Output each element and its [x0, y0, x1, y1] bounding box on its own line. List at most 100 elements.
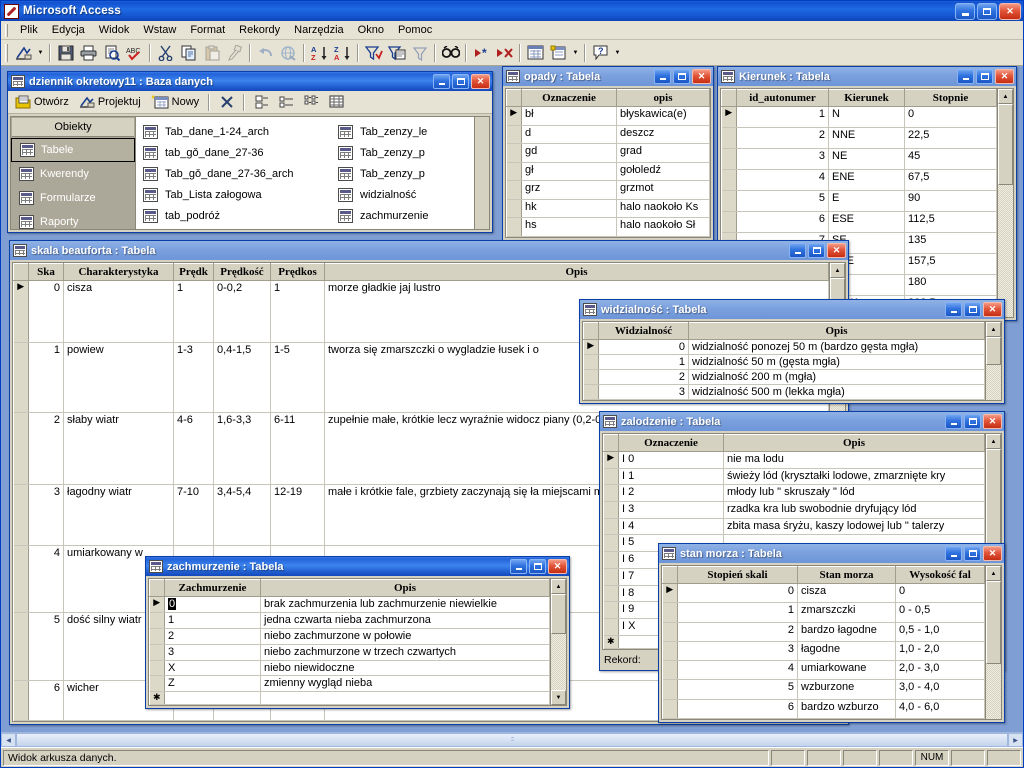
cell[interactable]: 22,5	[904, 127, 997, 149]
row-selector[interactable]	[149, 644, 165, 661]
cell[interactable]: gł	[521, 162, 617, 182]
zalodzenie-minimize-button[interactable]	[945, 414, 962, 429]
window-zachmurzenie[interactable]: zachmurzenie : Tabela ✕ Zachmurzenie Opi…	[145, 556, 570, 709]
table-row[interactable]: 2 widzialność 200 m (mgła)	[583, 369, 985, 385]
table-row[interactable]: ✱	[149, 691, 550, 705]
menu-okno[interactable]: Okno	[351, 22, 391, 38]
row-selector[interactable]	[662, 622, 678, 642]
kierunek-close-button[interactable]: ✕	[995, 69, 1014, 84]
delete-record-icon[interactable]	[493, 42, 516, 64]
cell[interactable]: grzmot	[616, 180, 710, 200]
spellcheck-icon[interactable]: ABC	[123, 42, 146, 64]
row-selector[interactable]	[662, 699, 678, 719]
scroll-track[interactable]	[986, 581, 1001, 719]
skala-minimize-button[interactable]	[789, 243, 806, 258]
cell[interactable]: ENE	[828, 169, 905, 191]
table-row[interactable]: 4 umiarkowane 2,0 - 3,0	[662, 660, 985, 681]
row-selector[interactable]	[603, 534, 619, 553]
window-opady[interactable]: opady : Tabela ✕ Oznaczenie opis ▶ bł bł…	[502, 66, 714, 241]
cell[interactable]: świeży lód (kryształki lodowe, zmarznięt…	[723, 468, 985, 486]
menu-narzedzia[interactable]: Narzędzia	[287, 22, 351, 38]
table-row[interactable]: Z zmienny wygląd nieba	[149, 675, 550, 693]
row-selector[interactable]	[603, 518, 619, 536]
cell[interactable]: 5	[677, 679, 798, 700]
cell[interactable]: 0	[28, 280, 64, 344]
cell[interactable]: bardzo łagodne	[797, 622, 896, 642]
row-selector[interactable]	[13, 342, 29, 414]
design-button[interactable]: Projektuj	[75, 93, 145, 111]
cell[interactable]: bardzo wzburzo	[797, 699, 896, 719]
small-icons-icon[interactable]	[275, 91, 298, 113]
mdi-scroll-track[interactable]	[16, 733, 1008, 747]
cell[interactable]: NNE	[828, 127, 905, 149]
cell[interactable]: 1	[736, 106, 829, 128]
window-stan-morza[interactable]: stan morza : Tabela ✕ Stopień skali Stan…	[658, 543, 1005, 723]
cell[interactable]: 0,4-1,5	[213, 342, 271, 414]
row-selector[interactable]	[721, 211, 737, 233]
cell[interactable]: hk	[521, 199, 617, 219]
list-item[interactable]: Tab_Lista załogowa	[140, 184, 335, 205]
stanmorza-maximize-button[interactable]	[964, 546, 981, 561]
stanmorza-close-button[interactable]: ✕	[983, 546, 1002, 561]
undo-icon[interactable]	[254, 42, 277, 64]
row-selector[interactable]: ▶	[603, 451, 619, 469]
cell-editing[interactable]: 0	[164, 596, 261, 613]
new-row-selector[interactable]: ✱	[603, 635, 619, 649]
cell[interactable]: ESE	[828, 211, 905, 233]
row-selector[interactable]	[506, 217, 522, 237]
row-selector[interactable]	[662, 641, 678, 662]
row-selector[interactable]	[662, 660, 678, 681]
scroll-thumb[interactable]	[986, 581, 1001, 664]
row-selector[interactable]	[13, 612, 29, 681]
cell[interactable]: 0	[677, 583, 798, 604]
cell[interactable]: grz	[521, 180, 617, 200]
row-selector[interactable]	[506, 125, 522, 145]
opady-titlebar[interactable]: opady : Tabela ✕	[503, 67, 713, 86]
database-minimize-button[interactable]	[433, 74, 450, 89]
tables-list-scrollbar[interactable]	[474, 117, 489, 229]
row-selector[interactable]	[662, 679, 678, 700]
row-selector[interactable]	[13, 680, 29, 721]
cell[interactable]: 0-0,2	[213, 280, 271, 344]
cell[interactable]: widzialność 50 m (gęsta mgła)	[688, 354, 985, 370]
cell[interactable]: jedna czwarta nieba zachmurzona	[260, 612, 550, 629]
stanmorza-vscrollbar[interactable]: ▲	[985, 566, 1001, 719]
cell[interactable]: 5	[28, 612, 64, 681]
row-selector[interactable]	[662, 602, 678, 623]
column-header[interactable]: Wysokość fal	[895, 566, 985, 584]
cell[interactable]: grad	[616, 143, 710, 163]
row-selector[interactable]	[583, 369, 599, 385]
cell[interactable]: 0	[904, 106, 997, 128]
cell[interactable]: deszcz	[616, 125, 710, 145]
zalodzenie-maximize-button[interactable]	[964, 414, 981, 429]
table-row[interactable]: ▶ bł błyskawica(e)	[506, 106, 710, 126]
cell[interactable]: E	[828, 190, 905, 212]
table-row[interactable]: ▶ 1 N 0	[721, 106, 997, 128]
zachmurzenie-titlebar[interactable]: zachmurzenie : Tabela ✕	[146, 557, 569, 576]
cell[interactable]: 1-3	[173, 342, 214, 414]
cell[interactable]: zmarszczki	[797, 602, 896, 623]
sidebar-item-kwerendy[interactable]: Kwerendy	[11, 162, 135, 186]
column-header[interactable]: Stopnie	[904, 89, 997, 107]
scroll-up-arrow-icon[interactable]: ▲	[986, 322, 1001, 337]
row-selector[interactable]: ▶	[583, 339, 599, 355]
table-row[interactable]: 2 bardzo łagodne 0,5 - 1,0	[662, 622, 985, 642]
cell[interactable]: 2	[598, 369, 689, 385]
zachmurzenie-maximize-button[interactable]	[529, 559, 546, 574]
row-selector[interactable]	[603, 585, 619, 603]
zachmurzenie-datasheet[interactable]: Zachmurzenie Opis ▶ 0 brak zachmurzenia …	[148, 578, 567, 706]
table-row[interactable]: 1 widzialność 50 m (gęsta mgła)	[583, 354, 985, 370]
scroll-up-arrow-icon[interactable]: ▲	[986, 434, 1001, 449]
select-all-corner[interactable]	[149, 579, 165, 597]
row-selector[interactable]	[721, 127, 737, 149]
list-item[interactable]: Tab_dane_1-24_arch	[140, 121, 335, 142]
cell[interactable]: bł	[521, 106, 617, 126]
tables-list[interactable]: Tab_dane_1-24_arch tab_gǒ_dane_27-36 Tab…	[135, 116, 490, 230]
app-close-button[interactable]: ✕	[999, 2, 1021, 20]
cell[interactable]: 180	[904, 274, 997, 296]
select-all-corner[interactable]	[721, 89, 737, 107]
row-selector[interactable]	[13, 545, 29, 613]
table-row[interactable]: 3 NE 45	[721, 148, 997, 170]
row-selector[interactable]	[721, 169, 737, 191]
cell[interactable]: cisza	[63, 280, 174, 344]
